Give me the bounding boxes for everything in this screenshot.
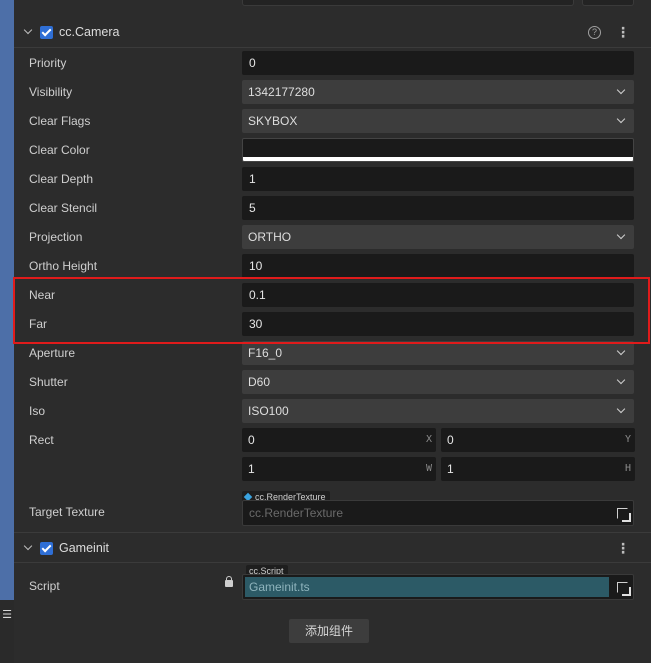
previous-field-stub: [242, 0, 574, 6]
script-field[interactable]: Gameinit.ts: [242, 574, 634, 600]
aperture-value: F16_0: [248, 346, 283, 360]
visibility-label: Visibility: [29, 85, 73, 99]
rect-y-value: 0: [447, 433, 454, 447]
iso-label: Iso: [29, 404, 46, 418]
iso-value: ISO100: [248, 404, 289, 418]
lock-icon: [225, 576, 233, 587]
scene-view-edge: ☰: [0, 0, 14, 663]
rect-row-2: 1 W 1 H: [14, 455, 651, 484]
clear-flags-value: SKYBOX: [248, 114, 298, 128]
projection-select[interactable]: ORTHO: [242, 225, 634, 249]
visibility-row: Visibility 1342177280: [14, 78, 651, 107]
shutter-select[interactable]: D60: [242, 370, 634, 394]
script-row: Script Gameinit.ts: [14, 572, 651, 601]
previous-button-stub: [582, 0, 634, 6]
shutter-label: Shutter: [29, 375, 68, 389]
clear-depth-input[interactable]: 1: [242, 167, 634, 191]
aperture-select[interactable]: F16_0: [242, 341, 634, 365]
projection-value: ORTHO: [248, 230, 292, 244]
rect-h-input[interactable]: 1 H: [441, 457, 635, 481]
target-texture-label: Target Texture: [29, 505, 105, 519]
chevron-down-icon: [616, 85, 626, 95]
clear-flags-row: Clear Flags SKYBOX: [14, 107, 651, 136]
shutter-row: Shutter D60: [14, 368, 651, 397]
script-label: Script: [29, 579, 60, 593]
clear-stencil-label: Clear Stencil: [29, 201, 98, 215]
target-texture-placeholder: cc.RenderTexture: [249, 506, 344, 520]
rect-x-axis-label: X: [425, 434, 432, 445]
chevron-down-icon: [616, 404, 626, 414]
clear-stencil-input[interactable]: 5: [242, 196, 634, 220]
rect-y-axis-label: Y: [624, 434, 631, 445]
camera-component-title: cc.Camera: [59, 25, 120, 39]
add-component-button[interactable]: 添加组件: [289, 619, 369, 643]
visibility-select[interactable]: 1342177280: [242, 80, 634, 104]
ortho-height-label: Ortho Height: [29, 259, 98, 273]
rect-w-input[interactable]: 1 W: [242, 457, 436, 481]
shutter-value: D60: [248, 375, 271, 389]
priority-row: Priority 0: [14, 49, 651, 78]
gameinit-header-divider: [14, 562, 651, 563]
near-far-highlight-box: [13, 277, 650, 344]
camera-enabled-checkbox[interactable]: [40, 25, 53, 39]
aperture-label: Aperture: [29, 346, 76, 360]
gameinit-component-header[interactable]: Gameinit ⋮: [14, 533, 651, 563]
clear-color-label: Clear Color: [29, 143, 90, 157]
clear-depth-row: Clear Depth 1: [14, 165, 651, 194]
chevron-down-icon: [616, 230, 626, 240]
iso-select[interactable]: ISO100: [242, 399, 634, 423]
rect-x-value: 0: [248, 433, 255, 447]
asset-picker-icon[interactable]: [617, 508, 631, 522]
rect-y-input[interactable]: 0 Y: [441, 428, 635, 452]
clear-color-picker[interactable]: [242, 138, 634, 162]
more-options-icon[interactable]: ⋮: [615, 25, 631, 39]
visibility-value: 1342177280: [248, 85, 315, 99]
clear-color-row: Clear Color: [14, 136, 651, 165]
rect-w-value: 1: [248, 462, 255, 476]
gameinit-component-title: Gameinit: [59, 541, 110, 555]
more-options-icon[interactable]: ⋮: [615, 541, 631, 555]
hamburger-menu-icon[interactable]: ☰: [0, 608, 14, 621]
asset-picker-icon[interactable]: [617, 582, 631, 596]
clear-flags-label: Clear Flags: [29, 114, 91, 128]
color-swatch: [243, 157, 633, 161]
priority-input[interactable]: 0: [242, 51, 634, 75]
clear-depth-label: Clear Depth: [29, 172, 94, 186]
rect-w-axis-label: W: [425, 463, 432, 474]
clear-stencil-row: Clear Stencil 5: [14, 194, 651, 223]
ortho-height-input[interactable]: 10: [242, 254, 634, 278]
gameinit-enabled-checkbox[interactable]: [40, 541, 53, 555]
projection-label: Projection: [29, 230, 83, 244]
rect-x-input[interactable]: 0 X: [242, 428, 436, 452]
collapse-chevron-icon[interactable]: [24, 27, 34, 37]
iso-row: Iso ISO100: [14, 397, 651, 426]
rect-label: Rect: [29, 433, 54, 447]
script-value: Gameinit.ts: [245, 577, 609, 597]
rect-h-axis-label: H: [624, 463, 631, 474]
chevron-down-icon: [616, 346, 626, 356]
help-icon[interactable]: ?: [588, 25, 601, 39]
projection-row: Projection ORTHO: [14, 223, 651, 252]
rect-row: Rect 0 X 0 Y: [14, 426, 651, 455]
collapse-chevron-icon[interactable]: [24, 543, 34, 553]
camera-component-header[interactable]: cc.Camera ? ⋮: [14, 17, 651, 47]
priority-label: Priority: [29, 56, 67, 70]
rect-h-value: 1: [447, 462, 454, 476]
header-divider: [14, 47, 651, 48]
chevron-down-icon: [616, 114, 626, 124]
chevron-down-icon: [616, 375, 626, 385]
clear-flags-select[interactable]: SKYBOX: [242, 109, 634, 133]
target-texture-field[interactable]: cc.RenderTexture: [242, 500, 634, 526]
